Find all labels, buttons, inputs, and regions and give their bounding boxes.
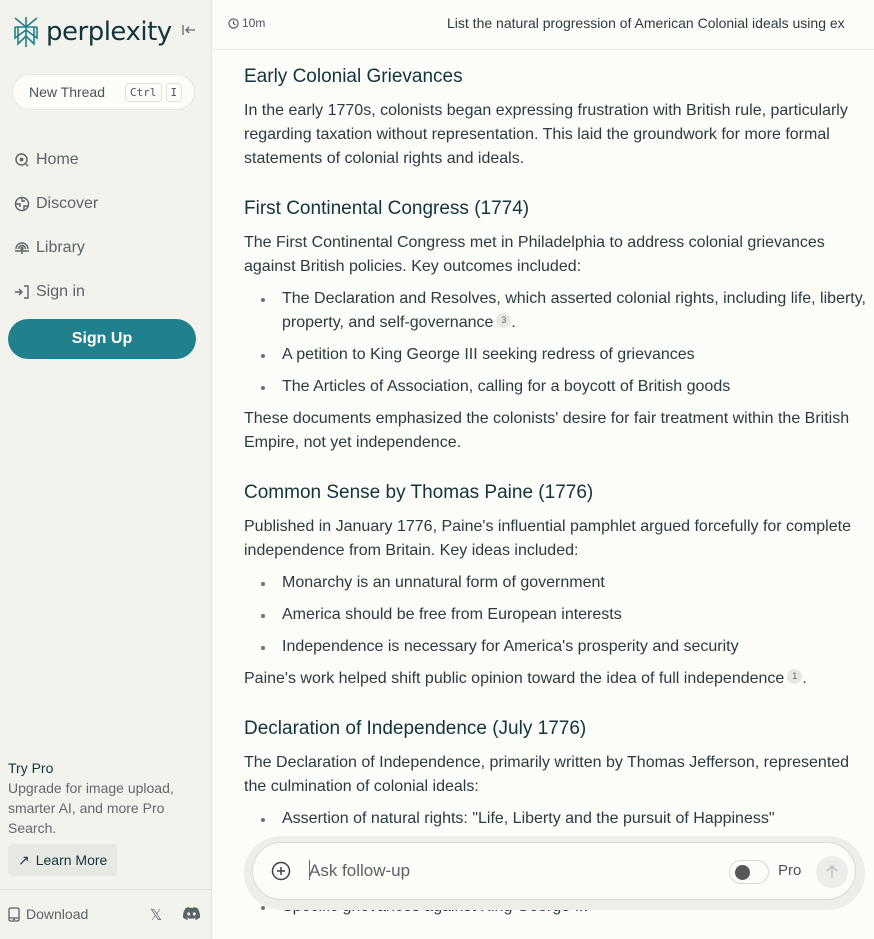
- section-heading: Common Sense by Thomas Paine (1776): [244, 482, 594, 503]
- list-item: The Declaration and Resolves, which asse…: [244, 287, 869, 335]
- section-heading: Declaration of Independence (July 1776): [244, 718, 587, 739]
- collapse-sidebar-button[interactable]: [182, 24, 200, 40]
- learn-more-label: Learn More: [35, 852, 108, 868]
- shortcut-key-i: I: [165, 82, 183, 102]
- bullet-list: The Declaration and Resolves, which asse…: [244, 287, 869, 407]
- section-intro: The First Continental Congress met in Ph…: [244, 234, 825, 275]
- citation-badge[interactable]: 1: [787, 669, 803, 684]
- sidebar-nav: Home Discover Library Sign in: [14, 138, 98, 314]
- arrow-up-right-icon: ↗: [18, 851, 30, 868]
- list-item: A petition to King George III seeking re…: [244, 343, 869, 367]
- discord-icon[interactable]: [183, 907, 200, 920]
- try-pro-card: Try Pro Upgrade for image upload, smarte…: [8, 760, 198, 876]
- follow-up-container: Pro: [244, 836, 865, 910]
- list-item: The Articles of Association, calling for…: [244, 375, 869, 399]
- thread-header: 10m List the natural progression of Amer…: [212, 0, 874, 50]
- sign-in-icon: [15, 285, 29, 299]
- arrow-up-icon: [826, 865, 838, 878]
- perplexity-logo-icon: [14, 17, 38, 47]
- citation-badge[interactable]: 3: [496, 313, 512, 328]
- elapsed-time: 10m: [228, 16, 265, 30]
- section-outro: Paine's work helped shift public opinion…: [244, 669, 807, 687]
- new-thread-button[interactable]: New Thread Ctrl I: [12, 74, 195, 110]
- attach-plus-icon[interactable]: [271, 861, 291, 881]
- logo[interactable]: perplexity: [12, 16, 172, 48]
- list-item: Assertion of natural rights: "Life, Libe…: [244, 807, 869, 831]
- sidebar: perplexity New Thread Ctrl I Home Discov…: [0, 0, 212, 939]
- list-item-text: The Declaration and Resolves, which asse…: [282, 290, 866, 331]
- follow-up-input[interactable]: [309, 857, 689, 885]
- submit-button[interactable]: [816, 856, 848, 888]
- sidebar-footer: Download 𝕏: [0, 889, 212, 939]
- pro-label: Pro: [778, 862, 802, 879]
- download-button[interactable]: Download: [8, 906, 88, 922]
- list-item: America should be free from European int…: [244, 603, 869, 627]
- download-label: Download: [26, 906, 89, 922]
- x-twitter-icon[interactable]: 𝕏: [150, 906, 162, 924]
- sidebar-item-label: Discover: [36, 195, 99, 212]
- section-paragraph: In the early 1770s, colonists began expr…: [244, 102, 848, 167]
- toggle-knob: [735, 865, 750, 880]
- try-pro-description: Upgrade for image upload, smarter AI, an…: [8, 780, 174, 836]
- shortcut-key-ctrl: Ctrl: [125, 82, 162, 102]
- sign-up-button[interactable]: Sign Up: [8, 319, 196, 359]
- mobile-device-icon: [8, 906, 20, 922]
- bullet-list: Monarchy is an unnatural form of governm…: [244, 571, 869, 667]
- library-icon: [15, 242, 29, 254]
- sidebar-item-label: Library: [36, 239, 85, 256]
- sidebar-item-label: Sign in: [36, 283, 85, 300]
- section-intro: The Declaration of Independence, primari…: [244, 754, 850, 795]
- pro-toggle[interactable]: [729, 860, 769, 884]
- try-pro-title: Try Pro: [8, 760, 54, 776]
- section-intro: Published in January 1776, Paine's influ…: [244, 518, 851, 559]
- new-thread-label: New Thread: [29, 84, 106, 100]
- learn-more-button[interactable]: ↗ Learn More: [8, 844, 118, 876]
- answer-content: Early Colonial Grievances In the early 1…: [244, 50, 874, 939]
- list-item: Independence is necessary for America's …: [244, 635, 869, 659]
- elapsed-time-value: 10m: [242, 16, 266, 30]
- follow-up-box: Pro: [252, 842, 856, 900]
- section-outro-text: Paine's work helped shift public opinion…: [244, 670, 785, 687]
- section-heading: First Continental Congress (1774): [244, 198, 530, 219]
- section-outro: These documents emphasized the colonists…: [244, 410, 850, 451]
- sidebar-item-library[interactable]: Library: [14, 226, 98, 270]
- thread-title: List the natural progression of American…: [447, 15, 845, 31]
- collapse-left-icon: [182, 25, 195, 35]
- section-heading: Early Colonial Grievances: [244, 66, 463, 87]
- clock-icon: [228, 17, 239, 29]
- sidebar-item-sign-in[interactable]: Sign in: [14, 270, 98, 314]
- list-item: Monarchy is an unnatural form of governm…: [244, 571, 869, 595]
- home-search-icon: [15, 153, 29, 167]
- logo-text: perplexity: [46, 17, 172, 47]
- text-caret: [309, 860, 310, 880]
- sidebar-item-home[interactable]: Home: [14, 138, 98, 182]
- globe-icon: [14, 196, 30, 212]
- sidebar-item-label: Home: [36, 151, 79, 168]
- sidebar-item-discover[interactable]: Discover: [14, 182, 98, 226]
